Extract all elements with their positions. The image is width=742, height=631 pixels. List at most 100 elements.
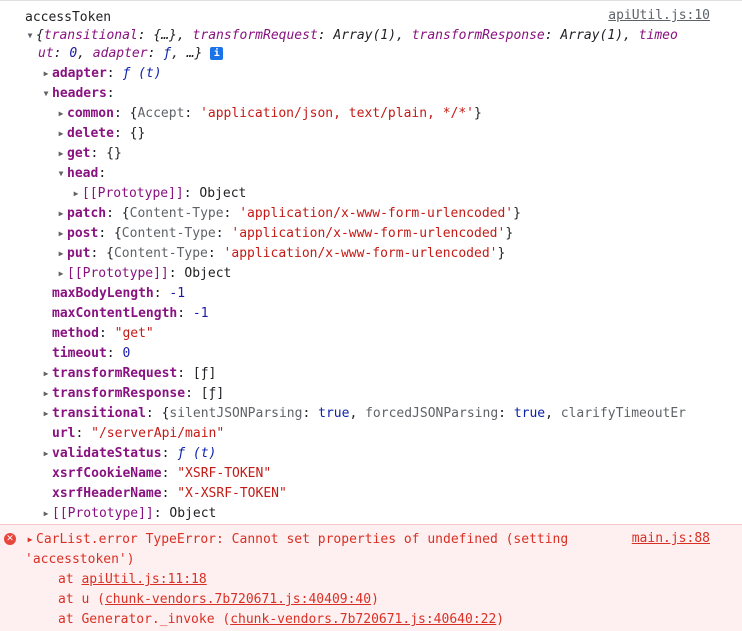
value-part: 'application/x-www-form-urlencoded' <box>231 226 506 241</box>
property-row-common[interactable]: ▶ common: {Accept: 'application/json, tex… <box>55 104 482 124</box>
collapsed-triangle-icon[interactable]: ▶ <box>40 364 52 384</box>
separator: : <box>98 326 115 341</box>
property-row-adapter[interactable]: ▶ adapter: ƒ (t) <box>40 64 162 84</box>
collapsed-triangle-icon[interactable]: ▶ <box>40 384 52 404</box>
value-part: } <box>513 206 521 221</box>
property-row-get[interactable]: ▶ get: {} <box>55 144 122 164</box>
collapsed-triangle-icon[interactable]: ▶ <box>40 64 52 84</box>
property-row-prototype[interactable]: ▶ [[Prototype]]: Object <box>55 264 232 284</box>
stack-frame-suffix: ) <box>496 612 505 627</box>
value-part: : <box>498 406 514 421</box>
property-value: "get" <box>114 326 154 341</box>
collapsed-triangle-icon[interactable]: ▶ <box>40 504 52 524</box>
property-value: {} <box>106 146 122 161</box>
property-row-validatestatus[interactable]: ▶ validateStatus: ƒ (t) <box>40 444 217 464</box>
collapsed-triangle-icon[interactable]: ▶ <box>55 104 67 124</box>
info-icon[interactable]: i <box>210 47 224 60</box>
stack-frame-prefix: at u ( <box>58 592 105 607</box>
property-row-url: url: "/serverApi/main" <box>40 424 224 444</box>
property-value: {Content-Type: 'application/x-www-form-u… <box>122 204 521 224</box>
property-value: "/serverApi/main" <box>91 426 225 441</box>
property-row-head[interactable]: ▼ head: <box>55 164 107 184</box>
property-row-transformresponse[interactable]: ▶ transformResponse: [ƒ] <box>40 384 225 404</box>
property-key: adapter <box>52 66 107 81</box>
preview-value: { <box>36 28 44 43</box>
log-source-link[interactable]: apiUtil.js:10 <box>608 8 710 23</box>
preview-part: 0 <box>69 46 78 61</box>
value-part: { <box>113 226 122 241</box>
collapsed-triangle-icon[interactable]: ▶ <box>70 184 82 204</box>
property-row-put[interactable]: ▶ put: {Content-Type: 'application/x-www-… <box>55 244 506 264</box>
collapsed-triangle-icon[interactable]: ▶ <box>55 244 67 264</box>
property-value: [ƒ] <box>192 366 217 381</box>
stack-frame-suffix: ) <box>371 592 379 607</box>
value-part: { <box>121 206 130 221</box>
console-log-entry: accessToken apiUtil.js:10 ▼ {transitional… <box>0 0 742 524</box>
property-row-headers[interactable]: ▼ headers: <box>40 84 115 104</box>
expanded-triangle-icon[interactable]: ▼ <box>55 164 67 184</box>
property-key: post <box>67 226 99 241</box>
collapsed-triangle-icon[interactable]: ▶ <box>55 224 67 244</box>
property-key: [[Prototype]] <box>52 506 154 521</box>
collapsed-triangle-icon[interactable]: ▶ <box>40 404 52 424</box>
property-key: headers <box>52 86 107 101</box>
separator: : <box>145 406 162 421</box>
separator: : <box>113 106 130 121</box>
property-key: maxContentLength <box>52 306 178 321</box>
error-message-line1[interactable]: ▶ CarList.error TypeError: Cannot set pro… <box>24 530 569 550</box>
property-row-transitional[interactable]: ▶ transitional: {silentJSONParsing: true,… <box>40 404 686 424</box>
separator: : <box>106 346 123 361</box>
value-part: } <box>474 106 482 121</box>
value-part: : <box>302 406 319 421</box>
value-part: } <box>497 246 506 261</box>
value-part: silentJSONParsing <box>169 406 303 421</box>
property-key: [[Prototype]] <box>67 266 169 281</box>
object-preview-line1[interactable]: ▼ {transitional: {…}, transformRequest: A… <box>24 26 678 46</box>
error-source-link[interactable]: main.js:88 <box>632 531 710 546</box>
property-row-method: method: "get" <box>40 324 154 344</box>
collapsed-triangle-icon[interactable]: ▶ <box>24 530 36 550</box>
property-value: ƒ (t) <box>122 66 162 81</box>
stack-frame: at Generator._invoke (chunk-vendors.7b72… <box>58 610 504 630</box>
property-row-prototype[interactable]: ▶ [[Prototype]]: Object <box>40 504 217 524</box>
separator: : <box>106 66 123 81</box>
property-value: Object <box>169 506 217 521</box>
value-part: 'application/x-www-form-urlencoded' <box>239 206 514 221</box>
value-part: { <box>106 246 114 261</box>
property-row-delete[interactable]: ▶ delete: {} <box>55 124 146 144</box>
collapsed-triangle-icon[interactable]: ▶ <box>40 444 52 464</box>
property-row-post[interactable]: ▶ post: {Content-Type: 'application/x-www… <box>55 224 514 244</box>
stack-frame-link[interactable]: chunk-vendors.7b720671.js:40640:22 <box>230 612 496 627</box>
property-row-prototype[interactable]: ▶ [[Prototype]]: Object <box>70 184 247 204</box>
separator: : <box>75 426 92 441</box>
separator: : <box>106 86 115 101</box>
property-row-xsrfheadername: xsrfHeaderName: "X-XSRF-TOKEN" <box>40 484 287 504</box>
separator: : <box>98 166 107 181</box>
expanded-triangle-icon[interactable]: ▼ <box>40 84 52 104</box>
stack-frame-link[interactable]: apiUtil.js:11:18 <box>81 572 206 587</box>
property-row-transformrequest[interactable]: ▶ transformRequest: [ƒ] <box>40 364 217 384</box>
preview-part: , …} <box>171 46 203 61</box>
property-value: Object <box>199 186 247 201</box>
property-key: timeout <box>52 346 107 361</box>
separator: : <box>90 146 107 161</box>
property-key: xsrfHeaderName <box>52 486 162 501</box>
collapsed-triangle-icon[interactable]: ▶ <box>55 124 67 144</box>
error-icon: ✕ <box>4 533 16 545</box>
property-row-patch[interactable]: ▶ patch: {Content-Type: 'application/x-ww… <box>55 204 521 224</box>
stack-frame: at apiUtil.js:11:18 <box>58 570 207 590</box>
separator: : <box>113 126 130 141</box>
stack-frame-prefix: at Generator._invoke ( <box>58 612 231 627</box>
stack-frame: at u (chunk-vendors.7b720671.js:40409:40… <box>58 590 379 610</box>
preview-part: : <box>147 46 164 61</box>
expanded-triangle-icon[interactable]: ▼ <box>24 26 36 46</box>
stack-frame-link[interactable]: chunk-vendors.7b720671.js:40409:40 <box>105 592 371 607</box>
collapsed-triangle-icon[interactable]: ▶ <box>55 144 67 164</box>
property-key: get <box>67 146 91 161</box>
collapsed-triangle-icon[interactable]: ▶ <box>55 204 67 224</box>
separator: : <box>177 306 193 321</box>
preview-key: timeo <box>638 28 678 43</box>
separator: : <box>161 486 178 501</box>
collapsed-triangle-icon[interactable]: ▶ <box>55 264 67 284</box>
console-error-entry: ✕ ▶ CarList.error TypeError: Cannot set p… <box>0 524 742 631</box>
